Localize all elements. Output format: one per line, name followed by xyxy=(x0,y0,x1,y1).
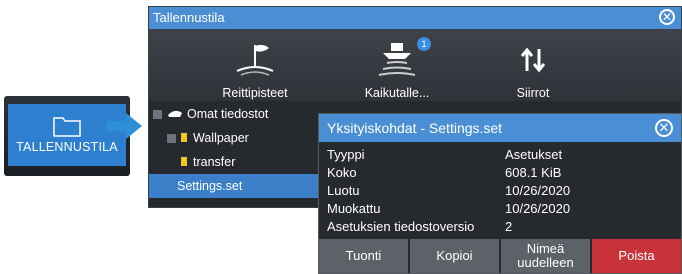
waypoint-flag-icon xyxy=(236,44,274,76)
collapse-icon[interactable] xyxy=(153,110,162,119)
detail-row-type: Tyyppi Asetukset xyxy=(327,147,673,164)
tree-item-transfer[interactable]: transfer xyxy=(149,150,329,174)
delete-button[interactable]: Poista xyxy=(592,239,681,273)
expand-icon[interactable] xyxy=(167,134,176,143)
toolbar-waypoints[interactable]: Reittipisteet xyxy=(195,29,315,101)
popup-titlebar: Yksityiskohdat - Settings.set ✕ xyxy=(319,114,681,142)
tree-item-label: transfer xyxy=(193,155,236,169)
tree-item-label: Omat tiedostot xyxy=(187,107,269,121)
popup-title: Yksityiskohdat - Settings.set xyxy=(327,120,503,136)
toolbar-waypoints-label: Reittipisteet xyxy=(222,86,288,100)
folder-icon xyxy=(53,117,81,137)
detail-row-settings-version: Asetuksien tiedostoversio 2 xyxy=(327,219,673,236)
dialog-title: Tallennustila xyxy=(153,10,225,25)
storage-launcher-label: TALLENNUSTILA xyxy=(16,140,118,154)
echo-recording-icon xyxy=(378,43,416,76)
dialog-titlebar: Tallennustila ✕ xyxy=(149,7,681,29)
arrow-right-icon xyxy=(106,113,142,139)
detail-key: Luotu xyxy=(327,183,360,198)
detail-value: Asetukset xyxy=(505,147,563,162)
dialog-toolbar: Reittipisteet 1 Kaikutalle... Siirrot xyxy=(149,29,681,101)
detail-key: Muokattu xyxy=(327,201,381,216)
import-button[interactable]: Tuonti xyxy=(319,239,408,273)
rename-button[interactable]: Nimeä uudelleen xyxy=(501,239,590,273)
transfer-arrows-icon xyxy=(520,47,546,73)
toolbar-recordings-label: Kaikutalle... xyxy=(364,86,430,100)
file-details-popup: Yksityiskohdat - Settings.set ✕ Tyyppi A… xyxy=(318,113,682,274)
toolbar-transfers[interactable]: Siirrot xyxy=(473,29,593,101)
detail-row-created: Luotu 10/26/2020 xyxy=(327,183,673,200)
detail-value: 608.1 KiB xyxy=(505,165,562,180)
detail-key: Koko xyxy=(327,165,357,180)
detail-value: 10/26/2020 xyxy=(505,201,571,216)
popup-button-bar: Tuonti Kopioi Nimeä uudelleen Poista xyxy=(319,239,681,273)
popup-close-button[interactable]: ✕ xyxy=(655,119,673,137)
tree-item-my-files[interactable]: Omat tiedostot xyxy=(149,102,329,126)
detail-value: 2 xyxy=(505,219,513,234)
tree-item-settings-set[interactable]: Settings.set xyxy=(149,174,329,198)
rename-label-line1: Nimeä xyxy=(526,241,565,256)
copy-button[interactable]: Kopioi xyxy=(410,239,499,273)
detail-key: Asetuksien tiedostoversio xyxy=(327,219,475,234)
dialog-close-button[interactable]: ✕ xyxy=(659,9,675,25)
detail-row-modified: Muokattu 10/26/2020 xyxy=(327,201,673,218)
drive-icon xyxy=(168,110,182,117)
rename-label-line2: uudelleen xyxy=(517,255,574,270)
tree-item-label: Settings.set xyxy=(177,179,243,193)
detail-key: Tyyppi xyxy=(327,147,365,162)
folder-icon xyxy=(181,133,187,142)
recordings-count-badge: 1 xyxy=(417,37,431,51)
tree-item-wallpaper[interactable]: Wallpaper xyxy=(149,126,329,150)
folder-icon xyxy=(181,157,187,166)
toolbar-echo-recordings[interactable]: 1 Kaikutalle... xyxy=(337,29,457,101)
toolbar-transfers-label: Siirrot xyxy=(516,86,550,100)
detail-row-size: Koko 608.1 KiB xyxy=(327,165,673,182)
tree-item-label: Wallpaper xyxy=(193,131,249,145)
detail-value: 10/26/2020 xyxy=(505,183,571,198)
